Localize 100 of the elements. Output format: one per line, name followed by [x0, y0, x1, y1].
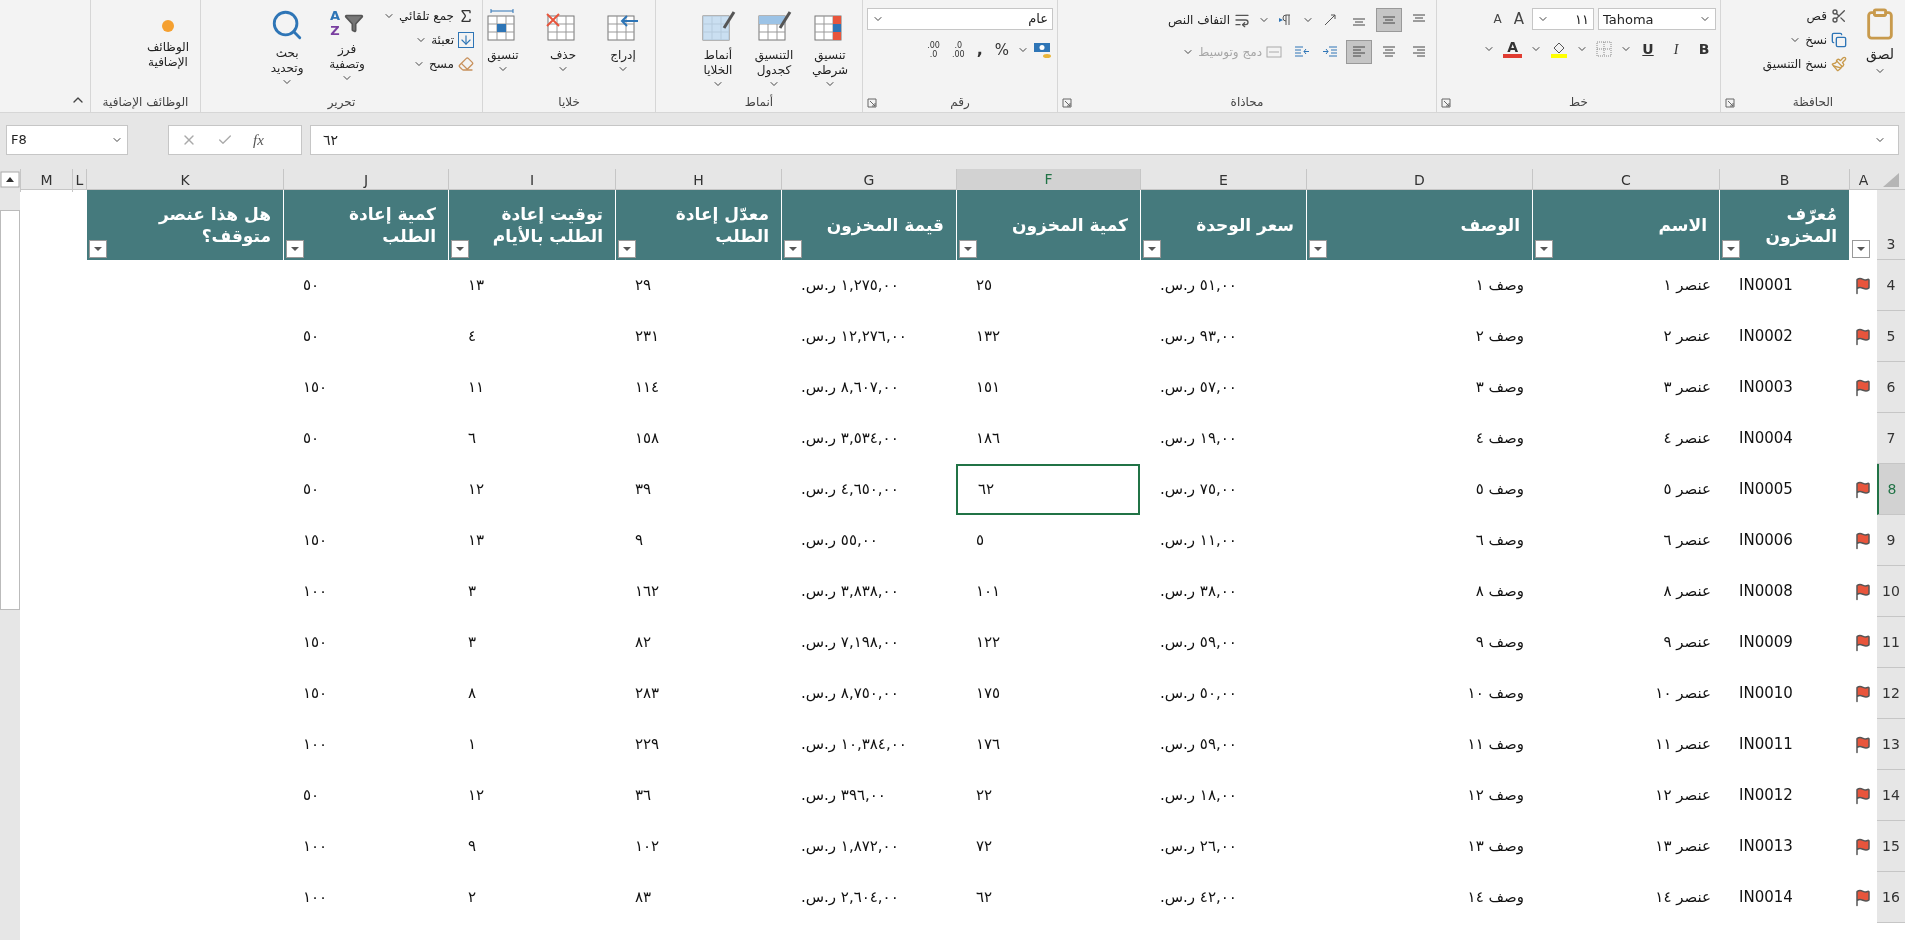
row-header[interactable]: 9	[1877, 515, 1905, 566]
filter-dropdown-icon[interactable]	[1143, 240, 1161, 258]
percent-button[interactable]: %	[990, 38, 1013, 62]
shrink-font-button[interactable]: A	[1489, 10, 1506, 29]
autosum-button[interactable]: جمع تلقائي	[379, 4, 478, 28]
table-cell-text: وصف ١٣	[1466, 836, 1525, 858]
row-header[interactable]: 12	[1877, 668, 1905, 719]
table-cell-text: IN0003	[1738, 377, 1794, 399]
filter-dropdown-icon[interactable]	[1535, 240, 1553, 258]
fill-button[interactable]: تعبئة	[379, 28, 478, 52]
table-cell-text: IN0014	[1738, 887, 1794, 909]
table-cell-text: ١٠٠	[302, 734, 329, 756]
filter-dropdown-icon[interactable]	[1309, 240, 1327, 258]
row-header[interactable]: 10	[1877, 566, 1905, 617]
dialog-launcher-icon[interactable]	[867, 98, 877, 108]
table-cell-text: ٥٠	[302, 785, 321, 807]
table-header: الوصف	[1306, 190, 1532, 260]
row-header[interactable]: 3	[1877, 190, 1905, 260]
table-cell-text: وصف ١٤	[1466, 887, 1525, 909]
table-cell-text: عنصر ٦	[1662, 530, 1712, 552]
row-header[interactable]: 5	[1877, 311, 1905, 362]
group-label: الوظائف الإضافية	[102, 94, 189, 111]
column-header[interactable]: F	[956, 169, 1140, 192]
filter-dropdown-icon[interactable]	[451, 240, 469, 258]
currency-icon[interactable]	[1033, 41, 1053, 59]
insert-function-button[interactable]: fx	[253, 128, 264, 152]
flag-icon	[1854, 888, 1872, 907]
font-color-button[interactable]: A	[1503, 40, 1522, 58]
formula-input[interactable]: ٦٢	[310, 125, 1899, 155]
table-cell-text: عنصر ٤	[1662, 428, 1712, 450]
number-format-dropdown[interactable]: عام	[867, 8, 1053, 30]
text-orientation-icon[interactable]	[1322, 12, 1338, 28]
row-header[interactable]: 6	[1877, 362, 1905, 413]
group-label: خط	[1569, 94, 1588, 111]
table-cell-text: ٩٣,٠٠ ر.س.	[1159, 326, 1238, 348]
table-cell-text: ٢	[467, 887, 478, 909]
fill-color-icon[interactable]	[1550, 40, 1568, 58]
row-header[interactable]: 16	[1877, 872, 1905, 923]
scrollbar-thumb[interactable]	[0, 210, 20, 610]
styles-button[interactable]: تنسيق شرطي	[802, 4, 858, 90]
clear-button[interactable]: مسح	[379, 52, 478, 76]
italic-button[interactable]: I	[1664, 38, 1688, 60]
bold-button[interactable]: B	[1692, 38, 1716, 60]
outdent-icon[interactable]	[1294, 44, 1310, 60]
table-cell-text: عنصر ١	[1662, 275, 1712, 297]
dialog-launcher-icon[interactable]	[1062, 98, 1072, 108]
name-box[interactable]: F8	[6, 125, 128, 155]
table-cell-text: IN0009	[1738, 632, 1794, 654]
font-name-dropdown[interactable]: Tahoma	[1598, 8, 1716, 31]
table-cell-text: IN0011	[1738, 734, 1794, 756]
filter-dropdown-icon[interactable]	[1722, 240, 1740, 258]
row-header[interactable]: 4	[1877, 260, 1905, 311]
underline-button[interactable]: U	[1636, 38, 1660, 60]
cut-button[interactable]: قص	[1758, 4, 1851, 28]
filter-dropdown-icon[interactable]	[959, 240, 977, 258]
scissors-icon	[1831, 8, 1847, 24]
scroll-up-icon[interactable]	[0, 169, 20, 190]
filter-dropdown-icon[interactable]	[286, 240, 304, 258]
styles-button[interactable]: أنماط الخلايا	[690, 4, 746, 90]
table-cell-text: ١٦٢	[634, 581, 661, 603]
font-size-dropdown[interactable]: ١١	[1532, 8, 1594, 31]
table-cell-text: ٥	[975, 530, 986, 552]
filter-dropdown-icon[interactable]	[618, 240, 636, 258]
wrap-text-button[interactable]: التفاف النص	[1164, 8, 1254, 32]
comma-button[interactable]: ,	[972, 38, 987, 62]
copy-button[interactable]: نسخ	[1758, 28, 1851, 52]
row-header[interactable]: 7	[1877, 413, 1905, 464]
row-header[interactable]: 13	[1877, 719, 1905, 770]
group-label: تحرير	[327, 94, 356, 111]
table-cell-text: ٣,٥٣٤,٠٠ ر.س.	[800, 428, 900, 450]
styles-button[interactable]: التنسيق كجدول	[746, 4, 802, 90]
decimal-button[interactable]: .00 .0	[923, 41, 944, 59]
dialog-launcher-icon[interactable]	[1725, 98, 1735, 108]
dialog-launcher-icon[interactable]	[1441, 98, 1451, 108]
table-cell-text: ١٥٠	[302, 377, 329, 399]
cells-button[interactable]: حذف	[535, 4, 591, 75]
find-select-button[interactable]: بحث وتحديد	[259, 4, 316, 88]
filter-dropdown-icon[interactable]	[89, 240, 107, 258]
cells-button[interactable]: إدراج	[595, 4, 651, 75]
table-cell-text: عنصر ٣	[1662, 377, 1712, 399]
table-cell-text: وصف ٥	[1474, 479, 1525, 501]
table-cell-text: ١٠١	[975, 581, 1002, 603]
paste-button[interactable]: لصق	[1859, 4, 1901, 77]
decimal-button[interactable]: .0 .00	[947, 41, 969, 59]
grow-font-button[interactable]: A	[1509, 8, 1528, 31]
table-cell-text: ٥٧,٠٠ ر.س.	[1159, 377, 1238, 399]
format-painter-button[interactable]: نسخ التنسيق	[1758, 52, 1851, 76]
filter-dropdown-icon[interactable]	[784, 240, 802, 258]
filter-dropdown-icon[interactable]	[1852, 240, 1870, 258]
table-header: الاسم	[1532, 190, 1719, 260]
table-cell-text: ٢٣١	[634, 326, 661, 348]
indent-icon[interactable]	[1322, 44, 1338, 60]
row-header[interactable]: 14	[1877, 770, 1905, 821]
row-header[interactable]: 15	[1877, 821, 1905, 872]
row-header[interactable]: 11	[1877, 617, 1905, 668]
cells-button[interactable]: تنسيق	[475, 4, 531, 75]
row-header[interactable]: 8	[1877, 464, 1905, 515]
table-header: قيمة المخزون	[781, 190, 956, 260]
add-ins-button[interactable]: الوظائف الإضافية	[140, 4, 196, 70]
table-cell-text: ١٨,٠٠ ر.س.	[1159, 785, 1238, 807]
